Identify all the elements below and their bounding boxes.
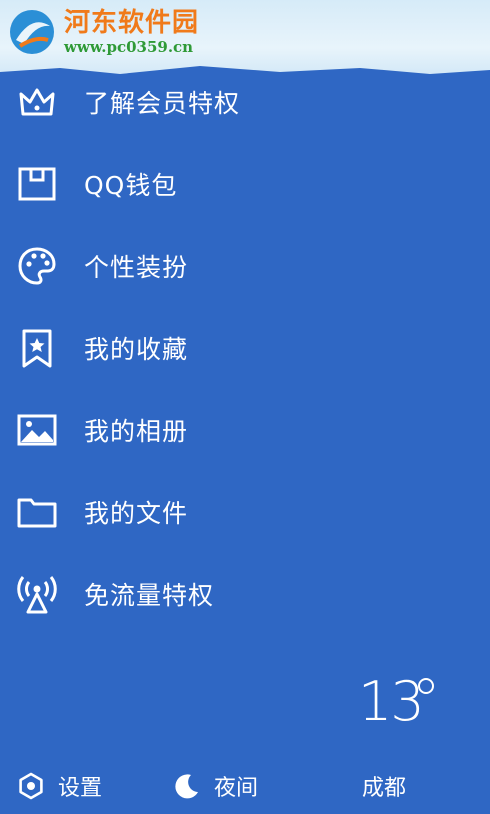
folder-icon — [14, 489, 60, 535]
watermark-url: www.pc0359.cn — [64, 38, 194, 56]
watermark: 河东软件园 www.pc0359.cn — [6, 6, 199, 58]
menu-item-label: 我的文件 — [84, 499, 189, 528]
menu-item-label: 个性装扮 — [84, 253, 189, 282]
menu-item-album[interactable]: 我的相册 — [0, 394, 490, 466]
menu-item-label: 我的相册 — [84, 417, 189, 446]
crown-icon — [14, 79, 60, 125]
bottom-bar: 设置 夜间 成都 — [0, 760, 490, 814]
weather-temperature[interactable]: 13 — [358, 670, 425, 733]
menu-item-label: 了解会员特权 — [84, 89, 241, 118]
watermark-logo-icon — [10, 10, 54, 54]
menu-item-wallet[interactable]: QQ钱包 — [0, 148, 490, 220]
menu-item-files[interactable]: 我的文件 — [0, 476, 490, 548]
settings-button[interactable]: 设置 — [16, 766, 102, 806]
menu-item-theme[interactable]: 个性装扮 — [0, 230, 490, 302]
broadcast-icon — [14, 571, 60, 617]
palette-icon — [14, 243, 60, 289]
weather-city[interactable]: 成都 — [362, 766, 406, 806]
night-mode-button[interactable]: 夜间 — [172, 766, 258, 806]
moon-icon — [175, 774, 198, 799]
degree-icon — [418, 678, 434, 694]
bookmark-star-icon — [14, 325, 60, 371]
menu-item-free-traffic[interactable]: 免流量特权 — [0, 558, 490, 630]
watermark-title: 河东软件园 — [64, 8, 200, 38]
menu-item-favorites[interactable]: 我的收藏 — [0, 312, 490, 384]
wallet-icon — [14, 161, 60, 207]
menu-item-label: 免流量特权 — [84, 581, 215, 610]
image-icon — [14, 407, 60, 453]
menu-item-vip[interactable]: 了解会员特权 — [0, 66, 490, 138]
hexagon-settings-icon — [19, 772, 43, 800]
settings-label: 设置 — [58, 776, 103, 801]
menu-item-label: 我的收藏 — [84, 335, 189, 364]
night-mode-label: 夜间 — [214, 776, 259, 801]
menu-item-label: QQ钱包 — [84, 171, 178, 200]
